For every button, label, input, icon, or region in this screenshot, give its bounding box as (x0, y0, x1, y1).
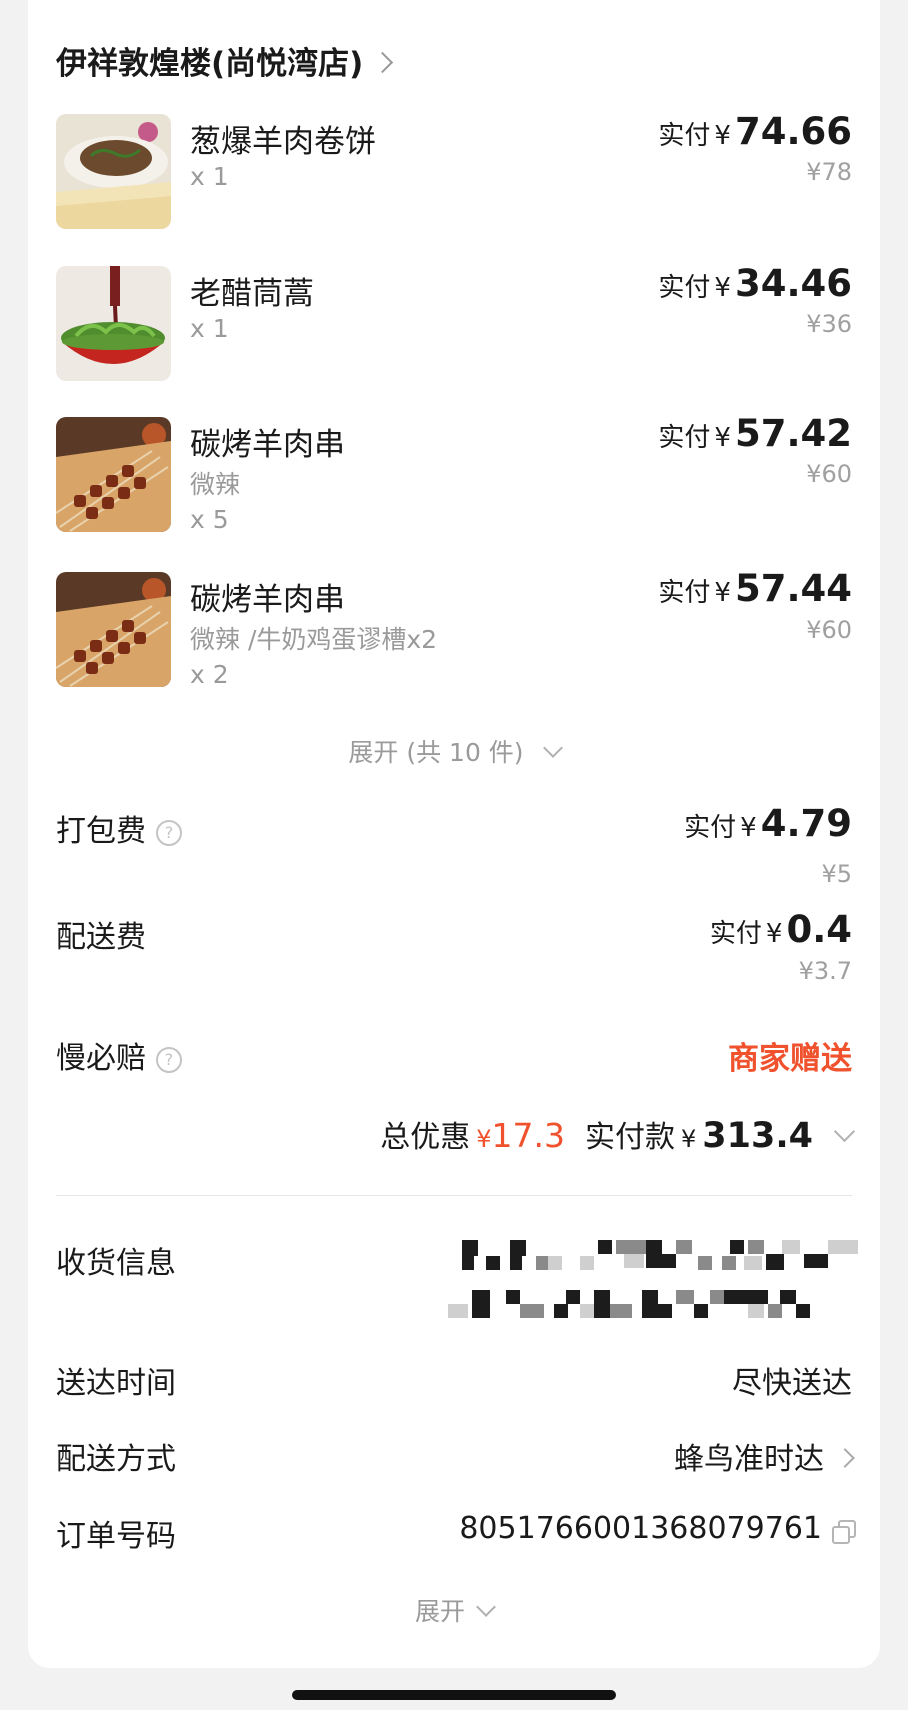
order-number-row: 8051766001368079761 (459, 1511, 856, 1546)
help-icon[interactable]: ? (156, 820, 182, 846)
delivery-method-label: 配送方式 (56, 1442, 176, 1477)
section-divider (56, 1195, 852, 1196)
item-name: 碳烤羊肉串 (190, 582, 345, 618)
item-original-price: ¥60 (806, 616, 852, 644)
item-quantity: x 5 (190, 505, 229, 534)
delivery-method-value: 蜂鸟准时达 (674, 1442, 824, 1477)
item-paid-price: 实付 ¥34.46 (658, 262, 852, 305)
chevron-down-icon (833, 1120, 856, 1143)
item-thumbnail[interactable] (56, 266, 171, 381)
paid-currency: ¥ (681, 1125, 697, 1153)
help-icon[interactable]: ? (156, 1047, 182, 1073)
delivery-fee-label: 配送费 (56, 920, 146, 955)
chevron-right-icon (372, 51, 394, 74)
item-original-price: ¥78 (806, 158, 852, 186)
discount-label: 总优惠 (380, 1120, 471, 1155)
late-compensation-row: 慢必赔? (56, 1033, 182, 1077)
item-name: 老醋茼蒿 (190, 276, 314, 312)
delivery-fee-original: ¥3.7 (798, 957, 852, 985)
item-spec: 微辣 /牛奶鸡蛋谬槽x2 (190, 625, 438, 654)
item-spec: 微辣 (190, 470, 241, 499)
discount-currency: ¥ (476, 1125, 492, 1153)
chevron-down-icon (476, 1597, 496, 1617)
item-quantity: x 1 (190, 162, 229, 191)
item-name: 碳烤羊肉串 (190, 427, 345, 463)
order-number-label: 订单号码 (56, 1519, 176, 1554)
chevron-right-icon (835, 1448, 855, 1468)
order-total-row[interactable]: 总优惠 ¥17.3 实付款 ¥313.4 (380, 1112, 856, 1156)
item-thumbnail[interactable] (56, 417, 171, 532)
delivery-fee-paid: 实付 ¥0.4 (709, 908, 852, 951)
store-header[interactable]: 伊祥敦煌楼(尚悦湾店) (56, 38, 394, 83)
home-indicator[interactable] (292, 1690, 616, 1700)
paid-label: 实付款 (585, 1120, 675, 1155)
item-quantity: x 1 (190, 314, 229, 343)
lamb-skewers-dish-image (56, 417, 171, 532)
lamb-skewers-dish-image (56, 572, 171, 687)
item-paid-price: 实付 ¥74.66 (658, 110, 852, 153)
delivery-time-label: 送达时间 (56, 1366, 176, 1401)
packing-fee-paid: 实付 ¥4.79 (684, 802, 852, 845)
item-paid-price: 实付 ¥57.42 (658, 412, 852, 455)
packing-fee-row: 打包费? (56, 806, 182, 850)
delivery-time-value: 尽快送达 (732, 1366, 852, 1401)
store-name: 伊祥敦煌楼(尚悦湾店) (56, 46, 364, 82)
address-label: 收货信息 (56, 1246, 176, 1281)
late-compensation-value: 商家赠送 (728, 1041, 852, 1077)
address-pixelated-block (448, 1240, 880, 1340)
packing-fee-original: ¥5 (821, 860, 852, 888)
item-paid-price: 实付 ¥57.44 (658, 567, 852, 610)
discount-amount: 17.3 (491, 1116, 565, 1155)
late-compensation-label: 慢必赔 (56, 1041, 146, 1076)
item-original-price: ¥36 (806, 310, 852, 338)
vinegar-greens-dish-image (56, 266, 171, 381)
item-original-price: ¥60 (806, 460, 852, 488)
paid-amount: 313.4 (702, 1116, 813, 1156)
expand-items-label: 展开 (共 10 件) (348, 738, 524, 767)
order-number-value: 8051766001368079761 (459, 1511, 822, 1546)
chevron-down-icon (542, 738, 563, 758)
item-quantity: x 2 (190, 660, 229, 689)
delivery-method-row[interactable]: 蜂鸟准时达 (674, 1434, 855, 1478)
item-thumbnail[interactable] (56, 114, 171, 229)
item-name: 葱爆羊肉卷饼 (190, 124, 376, 160)
expand-more-button[interactable]: 展开 (0, 1592, 908, 1628)
expand-more-label: 展开 (414, 1597, 465, 1626)
expand-items-button[interactable]: 展开 (共 10 件) (0, 733, 908, 769)
item-thumbnail[interactable] (56, 572, 171, 687)
packing-fee-label: 打包费 (56, 814, 146, 849)
copy-icon[interactable] (832, 1520, 856, 1544)
lamb-wrap-dish-image (56, 114, 171, 229)
